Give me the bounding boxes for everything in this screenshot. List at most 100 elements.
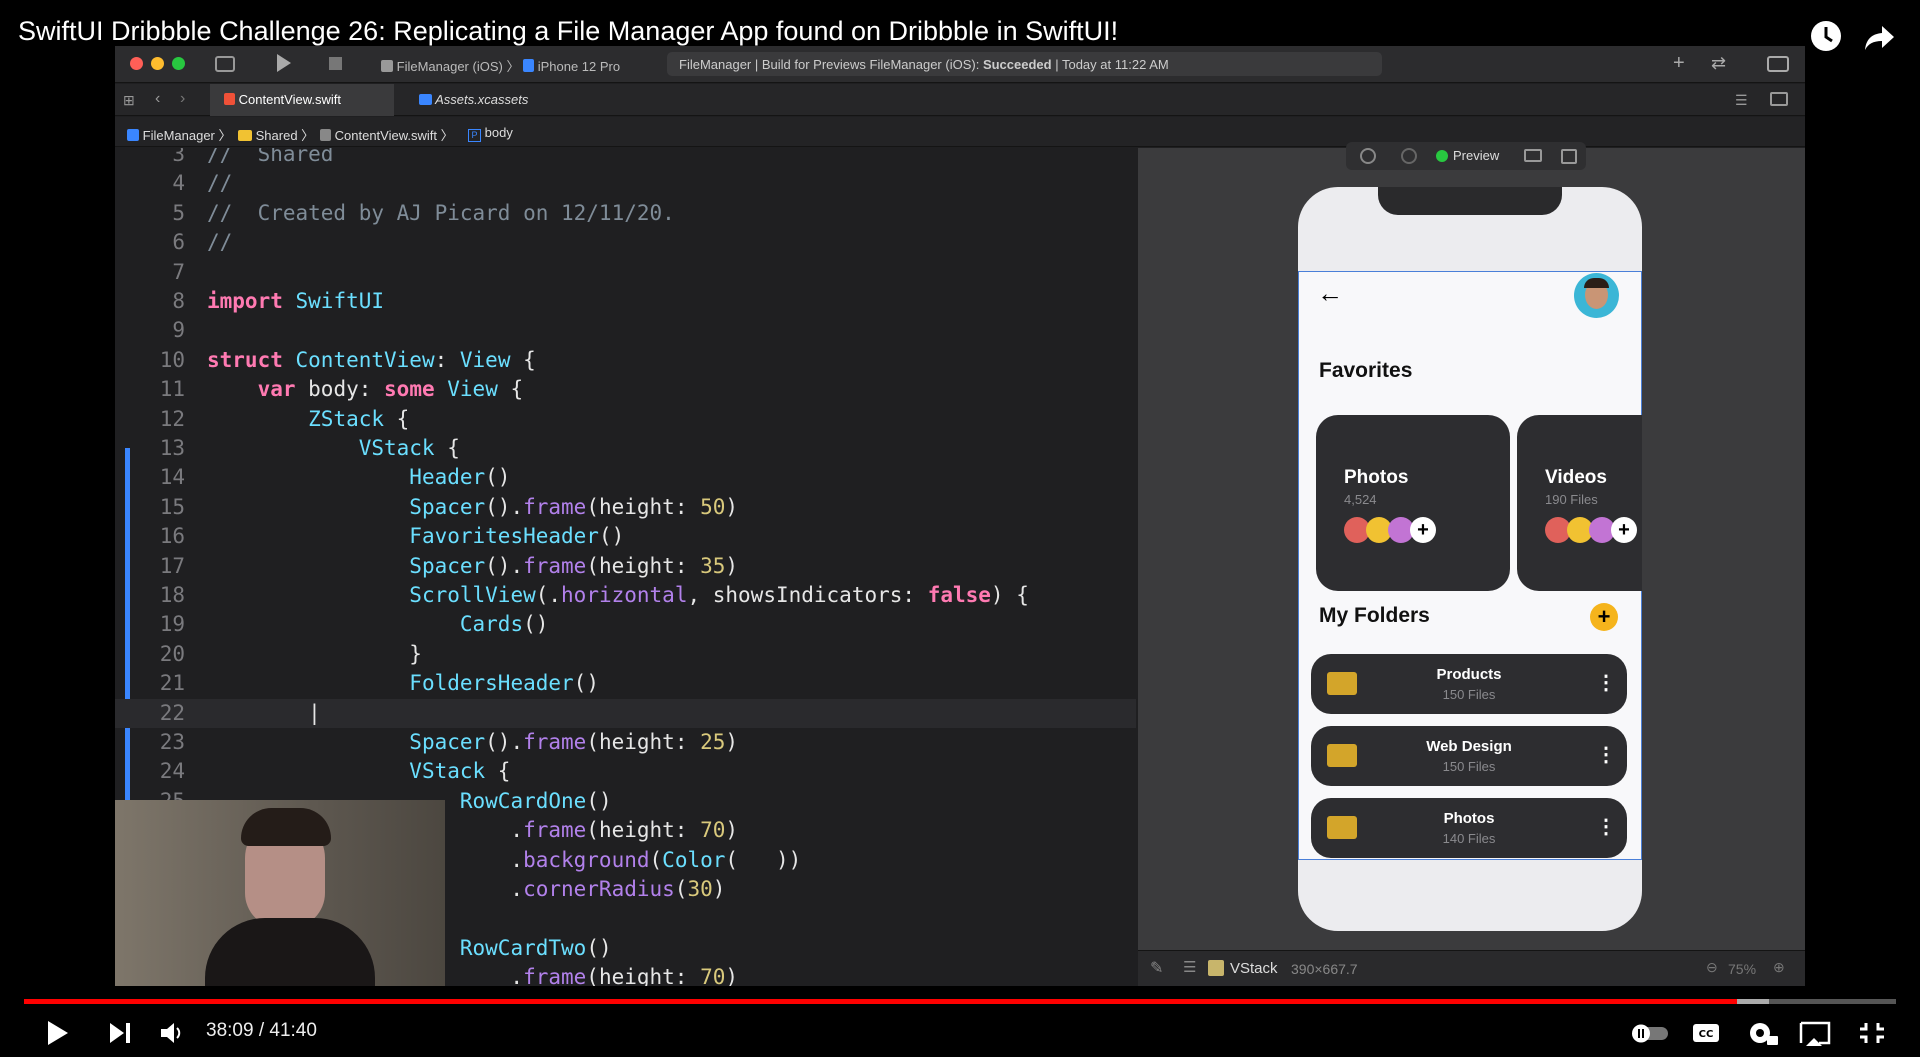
line-number: 20 — [159, 641, 185, 666]
structure-icon[interactable]: ☰ — [1183, 958, 1196, 976]
play-button[interactable] — [44, 1015, 72, 1051]
forward-icon[interactable]: › — [180, 90, 185, 108]
breadcrumb-folder[interactable]: Shared 〉 — [238, 125, 314, 144]
back-icon[interactable]: ‹ — [155, 90, 160, 108]
line-number: 5 — [172, 200, 185, 225]
stop-icon[interactable] — [329, 57, 342, 70]
more-options-icon[interactable]: ⋮ — [1596, 814, 1616, 839]
split-editor-icon[interactable] — [1770, 92, 1788, 106]
navigator-toggle-icon[interactable] — [215, 56, 235, 72]
code-line[interactable]: 15 Spacer().frame(height: 50) — [115, 493, 1136, 522]
code-text: } — [207, 641, 422, 666]
code-line[interactable]: 17 Spacer().frame(height: 35) — [115, 552, 1136, 581]
run-icon[interactable] — [277, 54, 291, 72]
code-line[interactable]: 10 struct ContentView: View { — [115, 346, 1136, 375]
line-number: 19 — [159, 612, 185, 637]
code-line[interactable]: 4 // — [115, 169, 1136, 198]
add-member-icon[interactable]: + — [1611, 517, 1637, 543]
scheme-selector[interactable]: FileManager (iOS) 〉 iPhone 12 Pro — [381, 56, 620, 75]
captions-icon[interactable]: CC — [1690, 1015, 1722, 1051]
add-library-icon[interactable]: + — [1673, 52, 1685, 75]
pin-icon[interactable]: ✎ — [1150, 958, 1163, 978]
video-title: SwiftUI Dribbble Challenge 26: Replicati… — [18, 16, 1119, 46]
miniplayer-icon[interactable] — [1798, 1015, 1832, 1051]
line-number: 11 — [159, 377, 185, 402]
breadcrumb-project[interactable]: FileManager 〉 — [127, 125, 232, 144]
volume-icon[interactable] — [158, 1015, 186, 1051]
code-line[interactable]: 23 Spacer().frame(height: 25) — [115, 728, 1136, 757]
code-line[interactable]: 12 ZStack { — [115, 405, 1136, 434]
code-text: ScrollView(.horizontal, showsIndicators:… — [409, 583, 1029, 607]
inspector-toggle-icon[interactable] — [1767, 56, 1789, 72]
code-line[interactable]: 13 VStack { — [115, 434, 1136, 463]
grid-icon[interactable]: ⊞ — [123, 92, 135, 109]
tab-assets[interactable]: Assets.xcassets — [405, 84, 542, 116]
code-line[interactable]: 7 — [115, 258, 1136, 287]
autoplay-toggle[interactable] — [1630, 1015, 1672, 1051]
project-icon — [127, 129, 139, 141]
code-text: FoldersHeader() — [409, 671, 599, 696]
inspect-preview-icon[interactable] — [1401, 148, 1417, 164]
favorite-card-photos[interactable]: Photos 4,524 + — [1316, 415, 1510, 591]
code-line[interactable]: 19 Cards() — [115, 610, 1136, 639]
add-folder-button[interactable]: + — [1590, 603, 1618, 631]
more-options-icon[interactable]: ⋮ — [1596, 670, 1616, 695]
code-line[interactable]: 9 — [115, 316, 1136, 345]
add-member-icon[interactable]: + — [1410, 517, 1436, 543]
folder-row-photos[interactable]: Photos 140 Files ⋮ — [1311, 798, 1627, 858]
code-line[interactable]: 22 | — [115, 698, 1136, 728]
more-options-icon[interactable]: ⋮ — [1596, 742, 1616, 767]
exit-fullscreen-icon[interactable] — [1856, 1015, 1888, 1051]
editor-options-icon[interactable]: ☰ — [1735, 92, 1748, 109]
zoom-in-icon[interactable]: ⊕ — [1773, 959, 1785, 976]
code-text: | — [207, 700, 321, 725]
code-text: VStack { — [409, 759, 511, 784]
code-line[interactable]: 8 import SwiftUI — [115, 287, 1136, 316]
code-review-icon[interactable]: ⇄ — [1711, 53, 1726, 74]
property-icon: P — [468, 129, 481, 142]
code-text: Spacer().frame(height: 25) — [409, 730, 739, 754]
line-number: 10 — [159, 347, 185, 372]
minimize-window-button[interactable] — [151, 57, 164, 70]
zoom-out-icon[interactable]: ⊖ — [1706, 959, 1718, 976]
settings-gear-icon[interactable] — [1744, 1015, 1780, 1051]
folder-row-web-design[interactable]: Web Design 150 Files ⋮ — [1311, 726, 1627, 786]
favorite-card-videos[interactable]: Videos 190 Files + — [1517, 415, 1642, 591]
code-text: // — [207, 171, 233, 196]
device-settings-icon[interactable] — [1524, 149, 1542, 162]
code-line[interactable]: 6 // — [115, 228, 1136, 257]
zoom-level[interactable]: 75% — [1728, 961, 1756, 977]
code-line[interactable]: 24 VStack { — [115, 757, 1136, 786]
presenter-hoodie — [205, 918, 375, 986]
duplicate-preview-icon[interactable] — [1561, 149, 1577, 164]
folder-row-products[interactable]: Products 150 Files ⋮ — [1311, 654, 1627, 714]
code-line[interactable]: 3 // Shared — [115, 148, 1136, 169]
next-button[interactable] — [106, 1015, 134, 1051]
tab-contentview[interactable]: ContentView.swift — [210, 84, 394, 116]
code-text: import SwiftUI — [207, 289, 385, 313]
code-line[interactable]: 16 FavoritesHeader() — [115, 522, 1136, 551]
progress-buffered — [1737, 999, 1769, 1004]
code-text: // Shared — [207, 148, 334, 166]
code-text: Header() — [409, 465, 511, 490]
code-line[interactable]: 5 // Created by AJ Picard on 12/11/20. — [115, 199, 1136, 228]
code-line[interactable]: 11 var body: some View { — [115, 375, 1136, 404]
code-line[interactable]: 20 } — [115, 640, 1136, 669]
code-line[interactable]: 18 ScrollView(.horizontal, showsIndicato… — [115, 581, 1136, 610]
share-icon[interactable] — [1862, 18, 1898, 54]
close-window-button[interactable] — [130, 57, 143, 70]
code-text: struct ContentView: View { — [207, 347, 536, 372]
watch-later-icon[interactable] — [1808, 18, 1844, 54]
avatar[interactable] — [1574, 273, 1619, 318]
code-line[interactable]: 14 Header() — [115, 463, 1136, 492]
progress-played — [24, 999, 1737, 1004]
breadcrumb-file[interactable]: ContentView.swift 〉 — [320, 125, 454, 144]
code-line[interactable]: 21 FoldersHeader() — [115, 669, 1136, 698]
back-arrow-icon[interactable]: ← — [1317, 278, 1343, 309]
breadcrumb-symbol[interactable]: P body — [468, 125, 513, 142]
line-number: 16 — [159, 524, 185, 549]
editor-tab-bar: ⊞ ‹ › ContentView.swift Assets.xcassets … — [115, 84, 1805, 116]
scheme-icon — [381, 60, 393, 72]
zoom-window-button[interactable] — [172, 57, 185, 70]
live-preview-icon[interactable] — [1360, 148, 1376, 164]
